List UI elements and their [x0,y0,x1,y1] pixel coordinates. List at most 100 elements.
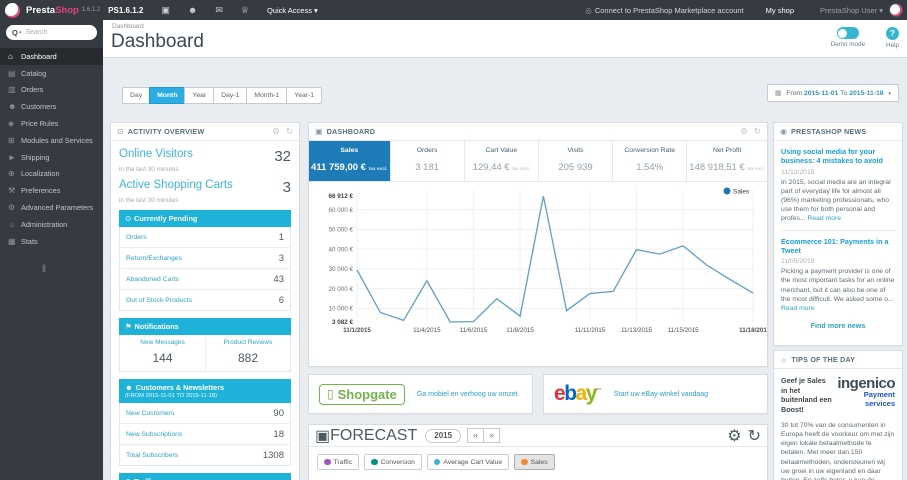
online-visitors-value: 32 [274,148,291,165]
legend-conversion-button[interactable]: Conversion [364,454,422,470]
metric-tab-sales[interactable]: Sales 411 759,00 € tax excl. [309,141,391,181]
stat-row: Return/Exchanges 3 [120,248,290,269]
svg-text:20 000 €: 20 000 € [328,286,353,293]
news-article-title[interactable]: Ecommerce 101: Payments in a Tweet [781,237,895,256]
read-more-link[interactable]: Read more [807,215,841,222]
metric-tab-net-profit[interactable]: Net Profit 148 918,51 € tax excl. [687,141,767,181]
sidebar-item-price-rules[interactable]: ◈ Price Rules [0,115,103,132]
trophy-icon[interactable]: ♕ [241,5,249,16]
brand: PrestaShop [26,4,79,16]
administration-icon: ☼ [8,219,16,229]
sidebar-search-input[interactable]: Q ▾ Search [6,25,97,40]
my-shop-link[interactable]: My shop [766,6,794,15]
period-year-button[interactable]: Year [184,87,214,104]
metric-tab-visits[interactable]: Visits 205 939 [539,141,614,181]
svg-text:66 912 €: 66 912 € [328,193,353,200]
activity-icon: ⊙ [117,127,124,136]
search-caret-icon[interactable]: ▾ [19,30,22,36]
page-title: Dashboard [111,31,204,52]
sidebar-item-administration[interactable]: ☼ Administration [0,216,103,233]
ebay-link[interactable]: Start uw eBay-winkel vandaag [614,391,708,398]
svg-text:11/4/2015: 11/4/2015 [413,327,441,334]
brand-version: 1.6.1.2 [81,7,101,13]
svg-text:11/15/2015: 11/15/2015 [668,327,700,334]
metric-tab-conversion-rate[interactable]: Conversion Rate 1.54% [613,141,688,181]
sidebar-item-shipping[interactable]: ► Shipping [0,149,103,166]
help-icon[interactable]: ? [886,27,899,40]
refresh-icon[interactable]: ↻ [286,126,293,137]
content: Day Month Year Day-1 Month-1 Year-1 ▦ Fr… [103,58,907,480]
clock-icon: ⊙ [125,214,132,223]
svg-text:Sales: Sales [733,189,750,196]
stat-row: Orders 1 [120,227,290,248]
stat-row: New Subscriptions 18 [120,424,290,445]
quick-access-menu[interactable]: Quick Access ▾ [267,6,318,15]
legend-sales-button[interactable]: Sales [514,454,555,470]
gear-icon[interactable]: ⚙ [740,126,748,137]
period-day-1-button[interactable]: Day-1 [213,87,247,104]
user-menu[interactable]: PrestaShop User ▾ [820,6,883,15]
sidebar-item-orders[interactable]: ▥ Orders [0,82,103,99]
cart-icon[interactable]: ▣ [161,5,170,16]
ingenico-logo: ingenico Payment services [837,375,895,409]
customers-quick-icon[interactable]: ☻ [188,5,197,15]
news-feed-icon: ◉ [780,127,787,136]
period-month-1-button[interactable]: Month-1 [246,87,287,104]
forecast-icon: ▣ [315,427,331,445]
read-more-link[interactable]: Read more [781,305,815,312]
period-year-1-button[interactable]: Year-1 [286,87,323,104]
period-day-button[interactable]: Day [122,87,150,104]
sidebar-item-advanced-parameters[interactable]: ⚙ Advanced Parameters [0,199,103,216]
news-article-excerpt: In 2015, social media are an integral pa… [781,178,891,223]
demo-mode-toggle[interactable] [836,27,859,39]
messages-icon[interactable]: ✉ [215,5,223,16]
online-visitors-link[interactable]: Online Visitors [119,148,193,160]
news-title: PRESTASHOP NEWS [790,127,867,136]
date-range-button[interactable]: ▦ From 2015-11-01 To 2015-11-18 ▾ [766,84,899,102]
active-carts-link[interactable]: Active Shopping Carts [119,179,233,191]
breadcrumb[interactable]: Dashboard [112,23,144,30]
ebay-logo: ebay™ [554,382,602,405]
legend-average-cart-value-button[interactable]: Average Cart Value [426,454,510,470]
currently-pending-header: ⊙ Currently Pending [119,210,291,227]
search-placeholder: Search [25,29,48,36]
filter-row: Day Month Year Day-1 Month-1 Year-1 ▦ Fr… [122,84,899,104]
find-more-news-link[interactable]: Find more news [781,321,895,330]
phone-icon: ▯ [327,387,334,401]
tips-of-the-day-panel: ☼ TIPS OF THE DAY ingenico Payment servi… [773,350,903,480]
shopgate-link[interactable]: Ga mobiel en verhoog uw omzet [417,391,518,398]
active-carts-value: 3 [282,179,291,196]
gear-icon[interactable]: ⚙ [272,126,280,137]
customers-section-icon: ☻ [125,383,133,392]
refresh-icon[interactable]: ↻ [748,426,761,446]
tips-body-text: 30 tot 70% van de consumenten in Europa … [781,421,895,480]
shopgate-banner: ▯ Shopgate Ga mobiel en verhoog uw omzet [308,374,533,414]
legend-traffic-button[interactable]: Traffic [317,454,360,470]
stat-row: New Customers 90 [120,403,290,424]
sidebar-collapse-icon[interactable]: ‖ [42,264,103,275]
sidebar-item-localization[interactable]: ⊕ Localization [0,166,103,183]
marketplace-link[interactable]: ◎ Connect to PrestaShop Marketplace accou… [585,6,743,15]
sidebar-item-dashboard[interactable]: ⌂ Dashboard [0,48,103,65]
sidebar-item-catalog[interactable]: ▤ Catalog [0,65,103,82]
svg-text:3 082 €: 3 082 € [332,319,354,326]
period-month-button[interactable]: Month [149,87,185,104]
svg-text:30 000 €: 30 000 € [328,266,353,273]
demo-mode-control[interactable]: Demo mode [831,27,865,48]
sidebar-item-customers[interactable]: ☻ Customers [0,98,103,115]
help-control[interactable]: ? Help [886,27,899,49]
calendar-icon: ▦ [774,90,782,97]
gear-icon[interactable]: ⚙ [727,426,741,446]
sidebar-item-modules[interactable]: ⊞ Modules and Services [0,132,103,149]
sidebar-item-stats[interactable]: ▦ Stats [0,233,103,250]
metric-tab-cart-value[interactable]: Cart Value 129,44 € tax excl. [465,141,539,181]
news-article-title[interactable]: Using social media for your business: 4 … [781,147,895,166]
refresh-icon[interactable]: ↻ [754,126,761,137]
metric-tab-orders[interactable]: Orders 3 181 [391,141,465,181]
sidebar-item-preferences[interactable]: ⚒ Preferences [0,182,103,199]
stats-icon: ▦ [8,236,16,246]
user-avatar[interactable] [889,3,903,17]
forecast-prev-button[interactable]: « [467,428,485,443]
forecast-next-button[interactable]: » [484,428,501,443]
svg-text:60 000 €: 60 000 € [328,207,353,214]
